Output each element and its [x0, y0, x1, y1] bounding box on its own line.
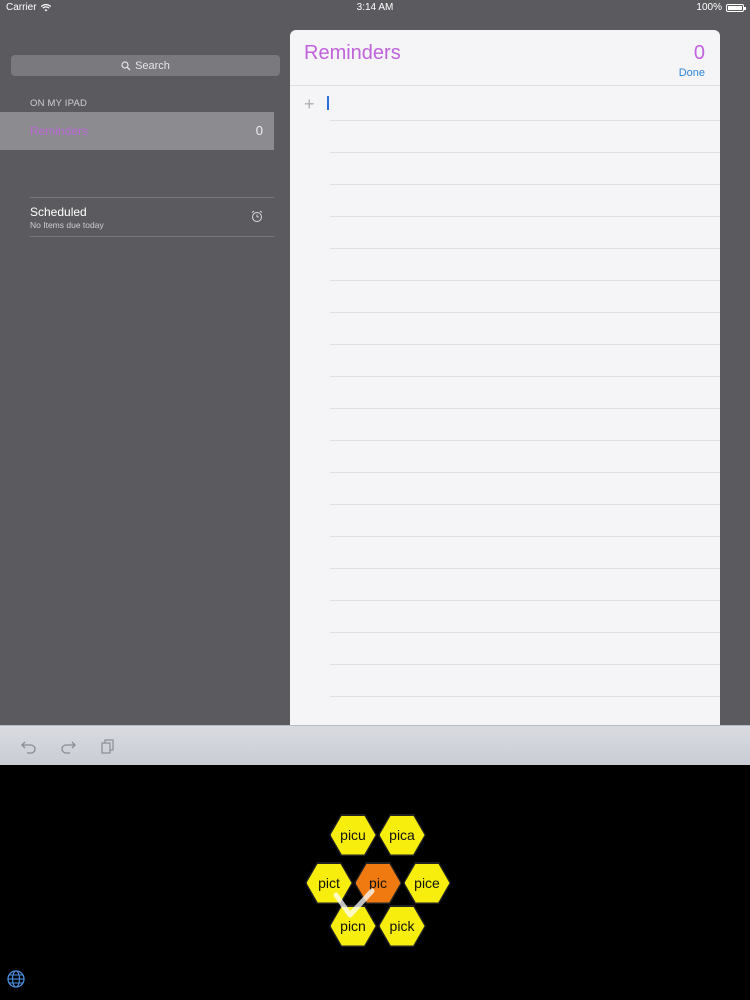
divider — [30, 236, 274, 237]
ruled-line — [330, 568, 720, 600]
text-cursor — [327, 96, 329, 110]
sidebar-item-count: 0 — [255, 123, 263, 138]
plus-icon: + — [304, 94, 315, 114]
suggestion-key[interactable]: picu — [329, 814, 377, 856]
paste-icon[interactable] — [99, 738, 117, 754]
done-button[interactable]: Done — [679, 67, 705, 79]
ruled-line — [330, 248, 720, 280]
suggestion-key[interactable]: pica — [378, 814, 426, 856]
ruled-line — [330, 408, 720, 440]
battery-level — [728, 5, 742, 10]
swipe-trail-icon — [333, 888, 375, 918]
status-bar: Carrier 3:14 AM 100% — [0, 0, 750, 16]
new-reminder-row[interactable]: + — [290, 86, 720, 120]
ruled-line — [330, 184, 720, 216]
ruled-line — [330, 504, 720, 536]
ruled-line — [330, 664, 720, 696]
status-right: 100% — [696, 2, 746, 13]
undo-icon[interactable] — [20, 738, 38, 754]
suggestion-key[interactable]: pice — [403, 862, 451, 904]
battery-icon — [726, 3, 746, 12]
sidebar-item-scheduled[interactable]: Scheduled No Items due today — [0, 198, 274, 236]
ruled-line — [330, 344, 720, 376]
ruled-line — [330, 216, 720, 248]
hex-keyboard: picu pica pict pic pice picn pick — [0, 765, 750, 1000]
section-header-on-my-ipad: ON MY IPAD — [30, 98, 88, 109]
ruled-line — [330, 312, 720, 344]
sidebar-item-reminders[interactable]: Reminders 0 — [0, 112, 274, 150]
alarm-clock-icon — [251, 210, 263, 222]
redo-icon[interactable] — [59, 738, 77, 754]
ruled-line — [330, 280, 720, 312]
sidebar-item-label: Reminders — [30, 124, 89, 138]
suggestion-label: pick — [389, 918, 415, 934]
scheduled-subtitle: No Items due today — [30, 220, 104, 230]
clock: 3:14 AM — [356, 2, 394, 13]
suggestion-key[interactable]: pick — [378, 905, 426, 947]
ruled-line — [330, 440, 720, 472]
ruled-line — [330, 632, 720, 664]
ruled-line — [330, 696, 720, 728]
ruled-line — [330, 152, 720, 184]
search-bar[interactable]: Search — [11, 55, 280, 76]
search-icon — [121, 60, 131, 70]
reminders-card: Reminders 0 Done + — [290, 30, 720, 730]
suggestion-label: pica — [389, 827, 415, 843]
shortcut-toolbar — [0, 725, 750, 766]
suggestion-label: picu — [340, 827, 366, 843]
scheduled-title: Scheduled — [30, 205, 87, 219]
ruled-line — [330, 536, 720, 568]
card-title: Reminders — [304, 42, 401, 64]
card-count: 0 — [693, 42, 705, 64]
ruled-line — [330, 120, 720, 152]
search-placeholder: Search — [135, 59, 170, 72]
ruled-lines — [330, 120, 720, 730]
globe-icon[interactable] — [6, 969, 26, 989]
ruled-line — [330, 376, 720, 408]
ruled-line — [330, 600, 720, 632]
ruled-line — [330, 472, 720, 504]
battery-percent: 100% — [696, 2, 722, 13]
suggestion-label: pice — [414, 875, 440, 891]
